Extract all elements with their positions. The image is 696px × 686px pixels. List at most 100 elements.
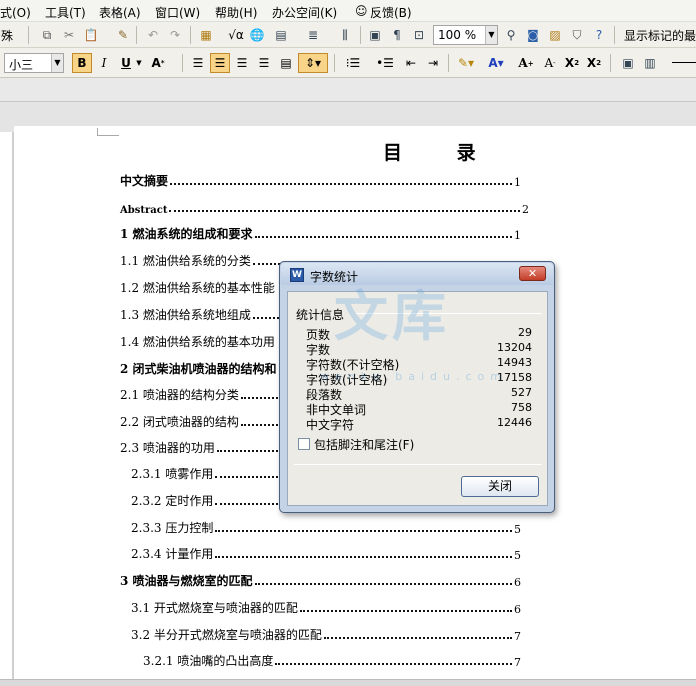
toc-entry-text: 2.2 闭式喷油器的结构 xyxy=(120,415,239,429)
undo-icon[interactable]: ↶ xyxy=(144,25,162,45)
standard-toolbar: 殊 ⧉ ✂ 📋 ✎ ↶ ↷ ▦ √α 🌐 ▤ ≣ ⫼ ▣ ¶ ⊡ 100 % ▼… xyxy=(0,22,696,48)
toc-row[interactable]: 2.2 闭式喷油器的结构 xyxy=(120,412,280,430)
toc-page-number: 7 xyxy=(514,656,521,669)
toc-row[interactable]: 2.1 喷油器的结构分类 xyxy=(120,385,280,403)
toc-row[interactable]: 1 燃油系统的组成和要求 1 xyxy=(120,224,521,242)
font-size-select[interactable]: 小三 ▼ xyxy=(4,53,64,73)
toc-row[interactable]: 中文摘要 1 xyxy=(120,171,521,189)
chevron-down-icon: ▼ xyxy=(485,26,497,44)
shading-icon[interactable]: ▥ xyxy=(640,53,660,73)
decrease-indent-icon[interactable]: ⇤ xyxy=(402,53,420,73)
include-footnotes-checkbox[interactable] xyxy=(298,438,310,450)
toc-entry-text: 3.2.1 喷油嘴的凸出高度 xyxy=(143,654,274,668)
toc-row[interactable]: 3.2 半分开式燃烧室与喷油器的匹配 7 xyxy=(131,625,521,643)
menu-window[interactable]: 窗口(W) xyxy=(155,4,200,21)
align-center-icon[interactable]: ☰ xyxy=(210,53,230,73)
toc-row[interactable]: 3 喷油器与燃烧室的匹配 6 xyxy=(120,571,521,589)
highlight-icon[interactable]: ✎▾ xyxy=(454,53,478,73)
menu-feedback[interactable]: 反馈(B) xyxy=(370,4,412,21)
line-style-preview[interactable] xyxy=(672,62,696,63)
menu-format[interactable]: 式(O) xyxy=(0,4,31,21)
watermark-logo: 文库 xyxy=(334,284,450,348)
toc-row[interactable]: 2.3 喷油器的功用 xyxy=(120,438,280,456)
help-icon[interactable]: ? xyxy=(590,25,608,45)
document-map-icon[interactable]: ⊡ xyxy=(410,25,428,45)
toc-row[interactable]: 1.3 燃油供给系统地组成 xyxy=(120,305,285,323)
font-effects-icon[interactable]: A * xyxy=(148,53,168,73)
menu-tools[interactable]: 工具(T) xyxy=(45,4,86,21)
toc-row[interactable]: 3.1 开式燃烧室与喷油器的匹配 6 xyxy=(131,598,521,616)
toc-entry-text: 1.3 燃油供给系统地组成 xyxy=(120,308,251,322)
toc-leader xyxy=(240,397,278,399)
show-marks-icon[interactable]: ¶ xyxy=(388,25,406,45)
include-footnotes-label[interactable]: 包括脚注和尾注(F) xyxy=(314,436,414,453)
toolbar-separator xyxy=(28,26,29,44)
toc-entry-text: 3.1 开式燃烧室与喷油器的匹配 xyxy=(131,601,298,615)
toc-row[interactable]: 2.3.4 计量作用 5 xyxy=(131,544,521,562)
format-painter-icon[interactable]: ✎ xyxy=(114,25,132,45)
toc-row[interactable]: 2.3.1 喷雾作用 xyxy=(131,464,280,482)
drawing-icon[interactable]: ▣ xyxy=(366,25,384,45)
menu-help[interactable]: 帮助(H) xyxy=(215,4,257,21)
align-left-icon[interactable]: ☰ xyxy=(188,53,208,73)
formula-icon[interactable]: √α xyxy=(226,25,246,45)
insert-table-icon[interactable]: ▦ xyxy=(196,25,216,45)
toolbar-separator xyxy=(610,54,611,72)
paste-icon[interactable]: 📋 xyxy=(82,25,100,45)
toc-row[interactable]: 2.3.3 压力控制 5 xyxy=(131,518,521,536)
stat-value: 12446 xyxy=(497,416,532,429)
table-grid-icon[interactable]: ▤ xyxy=(272,25,290,45)
border-icon[interactable]: ▣ xyxy=(618,53,638,73)
binoculars-icon[interactable]: ⚲ xyxy=(502,25,520,45)
shrink-font-icon[interactable]: A- xyxy=(540,53,560,73)
line-spacing-icon[interactable]: ⇕▾ xyxy=(298,53,328,73)
menu-office-space[interactable]: 办公空间(K) xyxy=(272,4,337,21)
close-icon[interactable]: ✕ xyxy=(519,266,546,281)
hyperlink-icon[interactable]: 🌐 xyxy=(248,25,266,45)
numbering-icon[interactable]: ⁝☰ xyxy=(340,53,366,73)
toc-leader xyxy=(215,530,512,532)
toc-row[interactable]: 1.1 燃油供给系统的分类 xyxy=(120,251,290,269)
toc-row[interactable]: 3.2.1 喷油嘴的凸出高度 7 xyxy=(143,651,521,669)
underline-button[interactable]: U xyxy=(116,53,136,73)
page-corner-mark xyxy=(97,128,119,136)
help-doc-icon[interactable]: ◙ xyxy=(524,25,542,45)
close-button[interactable]: 关闭 xyxy=(461,476,539,497)
toc-row[interactable]: 1.4 燃油供给系统的基本功用 xyxy=(120,332,280,350)
bullets-icon[interactable]: •☰ xyxy=(372,53,398,73)
stat-label: 字数 xyxy=(306,343,331,357)
toc-row[interactable]: Abstract 2 xyxy=(120,198,529,216)
justify-icon[interactable]: ☰ xyxy=(254,53,274,73)
bold-button[interactable]: B xyxy=(72,53,92,73)
chevron-down-icon[interactable]: ▼ xyxy=(136,53,142,73)
template-icon[interactable]: ▨ xyxy=(546,25,564,45)
cut-icon[interactable]: ✂ xyxy=(60,25,78,45)
grow-font-icon[interactable]: A + xyxy=(516,53,536,73)
toc-entry-text: 3.2 半分开式燃烧室与喷油器的匹配 xyxy=(131,628,322,642)
stat-value: 758 xyxy=(511,401,532,414)
menu-table[interactable]: 表格(A) xyxy=(99,4,141,21)
shirt-icon[interactable]: ⛉ xyxy=(568,25,586,45)
align-right-icon[interactable]: ☰ xyxy=(232,53,252,73)
stat-value: 527 xyxy=(511,386,532,399)
toc-row[interactable]: 2.3.2 定时作用 xyxy=(131,491,280,509)
zoom-select[interactable]: 100 % ▼ xyxy=(433,25,498,45)
toolbar-overflow-icon[interactable]: 殊 xyxy=(0,25,14,45)
toc-leader xyxy=(170,183,512,185)
increase-indent-icon[interactable]: ⇥ xyxy=(424,53,442,73)
markup-display-label[interactable]: 显示标记的最 xyxy=(624,25,696,45)
menu-feedback-icon: ☺ xyxy=(355,4,368,18)
toc-row[interactable]: 1.2 燃油供给系统的基本性能 xyxy=(120,278,290,296)
columns-icon[interactable]: ≣ xyxy=(304,25,322,45)
superscript-icon[interactable]: X2 xyxy=(562,53,582,73)
distributed-icon[interactable]: ▤ xyxy=(276,53,296,73)
copy-icon[interactable]: ⧉ xyxy=(38,25,56,45)
redo-icon[interactable]: ↷ xyxy=(166,25,184,45)
toc-row[interactable]: 2 闭式柴油机喷油器的结构和 xyxy=(120,359,280,377)
toc-entry-text: 1.1 燃油供给系统的分类 xyxy=(120,254,251,268)
chart-icon[interactable]: ⫼ xyxy=(336,25,354,45)
font-color-icon[interactable]: A▾ xyxy=(484,53,508,73)
italic-button[interactable]: I xyxy=(94,53,114,73)
subscript-icon[interactable]: X2 xyxy=(584,53,604,73)
toc-leader xyxy=(299,610,512,612)
